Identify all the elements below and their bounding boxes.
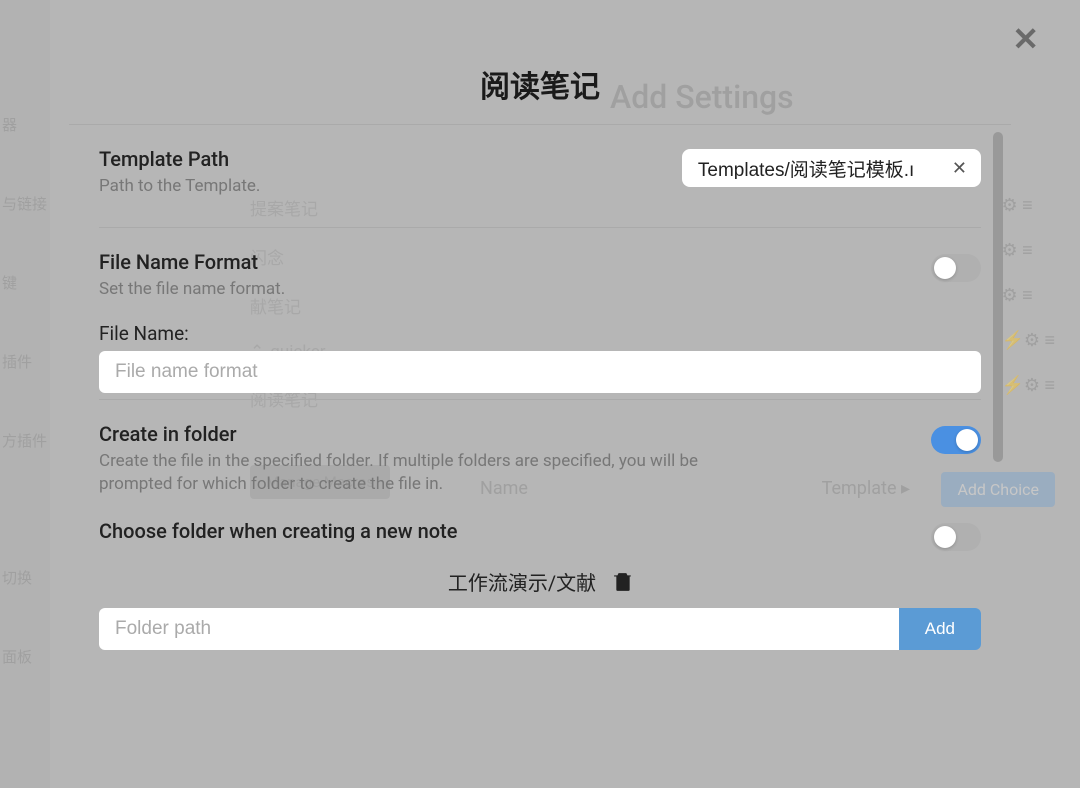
modal-overlay: ✕ 阅读笔记 Template Path Path to the Templat… bbox=[0, 0, 1080, 788]
add-folder-button[interactable]: Add bbox=[899, 608, 981, 650]
template-path-row: Template Path Path to the Template. ✕ bbox=[99, 125, 981, 228]
toggle-knob bbox=[934, 257, 956, 279]
close-icon[interactable]: ✕ bbox=[1012, 20, 1039, 58]
template-path-input[interactable] bbox=[698, 157, 938, 179]
template-path-desc: Path to the Template. bbox=[99, 175, 662, 199]
file-name-format-desc: Set the file name format. bbox=[99, 278, 739, 302]
folder-item-name: 工作流演示/文献 bbox=[448, 567, 596, 596]
file-name-format-label: File Name Format bbox=[99, 250, 931, 274]
setting-info: Create in folder Create the file in the … bbox=[99, 422, 911, 498]
modal-title: 阅读笔记 bbox=[99, 62, 981, 106]
template-path-input-wrap: ✕ bbox=[682, 149, 981, 187]
setting-info: File Name Format Set the file name forma… bbox=[99, 250, 931, 302]
folder-add-row: Add bbox=[99, 608, 981, 650]
file-name-format-toggle[interactable] bbox=[931, 254, 981, 282]
file-name-format-section: File Name Format Set the file name forma… bbox=[99, 228, 981, 400]
choose-folder-row: Choose folder when creating a new note bbox=[99, 513, 981, 557]
folder-path-input[interactable] bbox=[99, 608, 899, 650]
setting-control bbox=[931, 422, 981, 454]
choose-folder-label: Choose folder when creating a new note bbox=[99, 519, 911, 543]
create-in-folder-toggle[interactable] bbox=[931, 426, 981, 454]
toggle-knob bbox=[956, 429, 978, 451]
setting-control: ✕ bbox=[682, 147, 981, 187]
create-in-folder-row: Create in folder Create the file in the … bbox=[99, 400, 981, 514]
setting-info: Template Path Path to the Template. bbox=[99, 147, 662, 199]
settings-modal: ✕ 阅读笔记 Template Path Path to the Templat… bbox=[67, 62, 1013, 650]
choose-folder-toggle[interactable] bbox=[931, 523, 981, 551]
trash-icon[interactable] bbox=[614, 572, 632, 592]
folder-item-row: 工作流演示/文献 bbox=[99, 567, 981, 596]
setting-control bbox=[931, 519, 981, 551]
scrollbar[interactable] bbox=[993, 132, 1003, 462]
clear-icon[interactable]: ✕ bbox=[948, 158, 971, 179]
setting-info: Choose folder when creating a new note bbox=[99, 519, 911, 547]
file-name-input[interactable] bbox=[99, 351, 981, 393]
create-in-folder-desc: Create the file in the specified folder.… bbox=[99, 450, 739, 498]
toggle-knob bbox=[934, 526, 956, 548]
template-path-label: Template Path bbox=[99, 147, 662, 171]
create-in-folder-label: Create in folder bbox=[99, 422, 911, 446]
file-name-sublabel: File Name: bbox=[99, 322, 981, 345]
setting-control bbox=[931, 250, 981, 282]
